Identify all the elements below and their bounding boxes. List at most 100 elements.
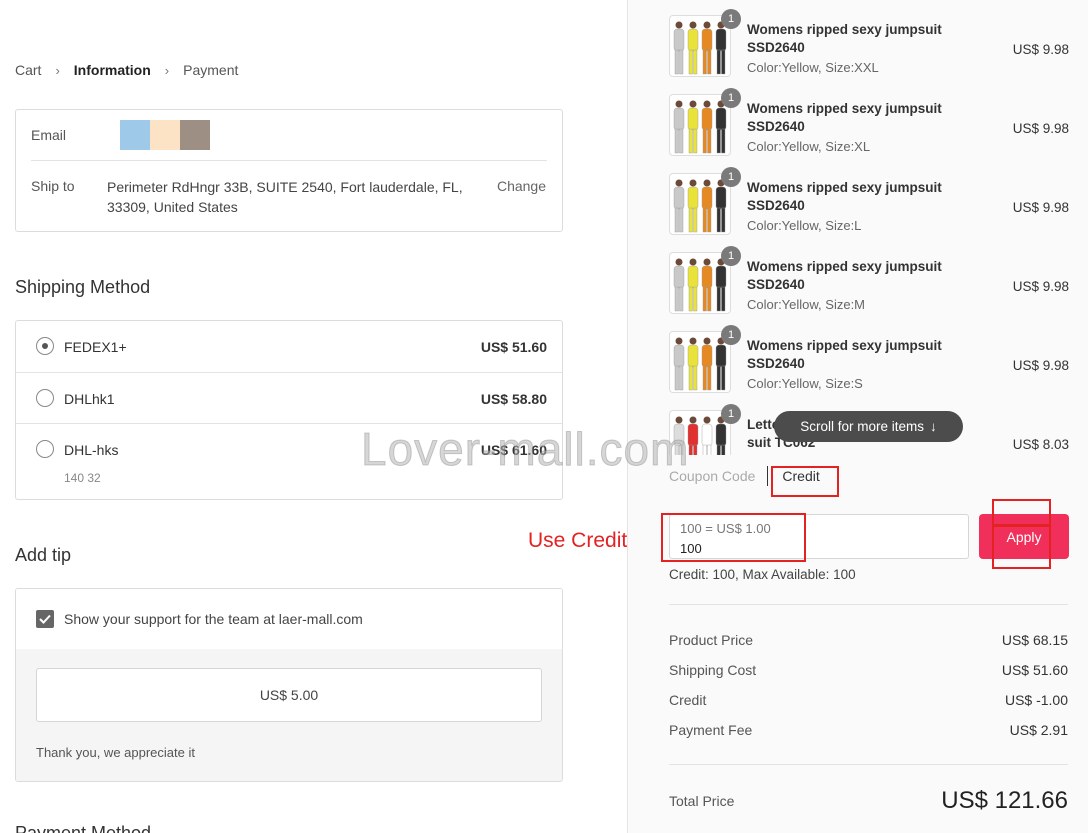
email-label: Email — [31, 127, 67, 143]
item-title: Womens ripped sexy jumpsuit SSD2640 — [747, 259, 942, 292]
cart-item: 1 Womens ripped sexy jumpsuit SSD2640 Colo… — [669, 246, 1069, 325]
quantity-badge: 1 — [721, 404, 741, 424]
redaction-swatch — [180, 120, 210, 150]
summary-row-credit: Credit US$ -1.00 — [669, 692, 1068, 708]
item-price: US$ 8.03 — [1012, 437, 1069, 452]
tip-checkbox-label: Show your support for the team at laer-m… — [64, 611, 363, 627]
tab-divider — [767, 466, 769, 486]
shipping-option-sub: 140 32 — [64, 471, 101, 485]
summary-label: Product Price — [669, 632, 754, 648]
shipping-option-name: FEDEX1+ — [64, 339, 127, 355]
chevron-right-icon: › — [164, 62, 170, 78]
summary-label: Shipping Cost — [669, 662, 757, 678]
breadcrumb-cart[interactable]: Cart — [15, 62, 41, 78]
item-variant: Color:Yellow, Size:XL — [747, 139, 871, 154]
cart-item: 1 Womens ripped sexy jumpsuit SSD2640 Colo… — [669, 88, 1069, 167]
breadcrumb-information: Information — [73, 62, 151, 78]
ship-address: Perimeter RdHngr 33B, SUITE 2540, Fort l… — [107, 179, 463, 215]
item-variant: Color:Yellow, Size:S — [747, 376, 863, 391]
redaction-swatch — [120, 120, 150, 150]
radio-selected[interactable] — [36, 337, 54, 355]
payment-method-title: Payment Method — [15, 823, 152, 833]
item-title: Womens ripped sexy jumpsuit SSD2640 — [747, 338, 942, 371]
breadcrumb-payment[interactable]: Payment — [183, 62, 238, 78]
summary-label: Payment Fee — [669, 722, 753, 738]
checkout-left-panel: Cart › Information › Payment Email Ship … — [0, 0, 627, 833]
order-summary-panel: 1 Womens ripped sexy jumpsuit SSD2640 Colo… — [627, 0, 1088, 833]
summary-row-product-price: Product Price US$ 68.15 — [669, 632, 1068, 648]
annotation-box — [661, 513, 806, 562]
quantity-badge: 1 — [721, 246, 741, 266]
cart-items-list[interactable]: 1 Womens ripped sexy jumpsuit SSD2640 Colo… — [628, 0, 1088, 455]
summary-row-payment-fee: Payment Fee US$ 2.91 — [669, 722, 1068, 738]
chevron-right-icon: › — [55, 62, 60, 78]
summary-value: US$ 2.91 — [1009, 722, 1068, 738]
product-thumbnail-icon — [673, 337, 727, 391]
item-variant: Color:Yellow, Size:XXL — [747, 60, 879, 75]
divider — [669, 604, 1068, 605]
summary-value: US$ 51.60 — [1001, 662, 1068, 678]
item-price: US$ 9.98 — [1012, 279, 1069, 294]
shipping-method-title: Shipping Method — [15, 277, 151, 297]
summary-value: US$ -1.00 — [1004, 692, 1068, 708]
ship-to-label: Ship to — [31, 178, 75, 194]
shipping-option-name: DHL-hks — [64, 442, 119, 458]
watermark: Lover-mall.com — [360, 423, 690, 476]
total-row: Total Price US$ 121.66 — [669, 787, 1068, 815]
radio-unselected[interactable] — [36, 389, 54, 407]
quantity-badge: 1 — [721, 88, 741, 108]
shipping-option-name: DHLhk1 — [64, 391, 115, 407]
item-price: US$ 9.98 — [1012, 200, 1069, 215]
credit-available-text: Credit: 100, Max Available: 100 — [669, 567, 856, 582]
tip-amount-area: US$ 5.00 Thank you, we appreciate it — [16, 649, 562, 781]
item-title: Womens ripped sexy jumpsuit SSD2640 — [747, 101, 942, 134]
shipping-option-price: US$ 58.80 — [480, 391, 547, 407]
quantity-badge: 1 — [721, 9, 741, 29]
product-thumbnail-icon — [673, 100, 727, 154]
checkbox-checked[interactable] — [36, 610, 54, 628]
redaction-swatch — [150, 120, 180, 150]
summary-row-shipping-cost: Shipping Cost US$ 51.60 — [669, 662, 1068, 678]
item-variant: Color:Yellow, Size:L — [747, 218, 862, 233]
check-icon — [39, 614, 51, 624]
annotation-box — [992, 499, 1051, 527]
breadcrumb: Cart › Information › Payment — [15, 62, 238, 78]
quantity-badge: 1 — [721, 325, 741, 345]
shipping-option-fedex[interactable]: FEDEX1+ US$ 51.60 — [16, 321, 562, 372]
cart-item: 1 Womens ripped sexy jumpsuit SSD2640 Colo… — [669, 167, 1069, 246]
divider — [669, 764, 1068, 765]
arrow-down-icon: ↓ — [930, 419, 937, 434]
add-tip-title: Add tip — [15, 545, 72, 565]
summary-label: Credit — [669, 692, 707, 708]
radio-unselected[interactable] — [36, 440, 54, 458]
tip-box: Show your support for the team at laer-m… — [15, 588, 563, 782]
quantity-badge: 1 — [721, 167, 741, 187]
item-price: US$ 9.98 — [1012, 358, 1069, 373]
item-title: Womens ripped sexy jumpsuit SSD2640 — [747, 22, 942, 55]
item-title: Womens ripped sexy jumpsuit SSD2640 — [747, 180, 942, 213]
summary-value: US$ 68.15 — [1001, 632, 1068, 648]
cart-item: 1 Womens ripped sexy jumpsuit SSD2640 Colo… — [669, 9, 1069, 88]
product-thumbnail-icon — [673, 258, 727, 312]
item-variant: Color:Yellow, Size:M — [747, 297, 866, 312]
change-address-link[interactable]: Change — [497, 178, 546, 194]
tip-checkbox-row[interactable]: Show your support for the team at laer-m… — [16, 589, 562, 649]
cart-item: 1 Womens ripped sexy jumpsuit SSD2640 Colo… — [669, 325, 1069, 404]
tip-thanks-text: Thank you, we appreciate it — [36, 745, 195, 760]
divider — [31, 160, 547, 161]
total-value: US$ 121.66 — [941, 787, 1068, 814]
annotation-box — [771, 466, 839, 497]
item-price: US$ 9.98 — [1012, 121, 1069, 136]
product-thumbnail-icon — [673, 179, 727, 233]
email-redacted — [120, 120, 210, 150]
scroll-hint-text: Scroll for more items — [800, 419, 925, 434]
scroll-more-hint[interactable]: Scroll for more items ↓ — [774, 411, 963, 442]
contact-info-box: Email Ship to Perimeter RdHngr 33B, SUIT… — [15, 109, 563, 232]
total-label: Total Price — [669, 793, 735, 809]
tip-amount-field[interactable]: US$ 5.00 — [36, 668, 542, 722]
use-credit-annotation: Use Credit — [528, 529, 628, 552]
item-price: US$ 9.98 — [1012, 42, 1069, 57]
annotation-box — [992, 524, 1051, 569]
shipping-option-dhlhk1[interactable]: DHLhk1 US$ 58.80 — [16, 372, 562, 423]
shipping-option-price: US$ 51.60 — [480, 339, 547, 355]
